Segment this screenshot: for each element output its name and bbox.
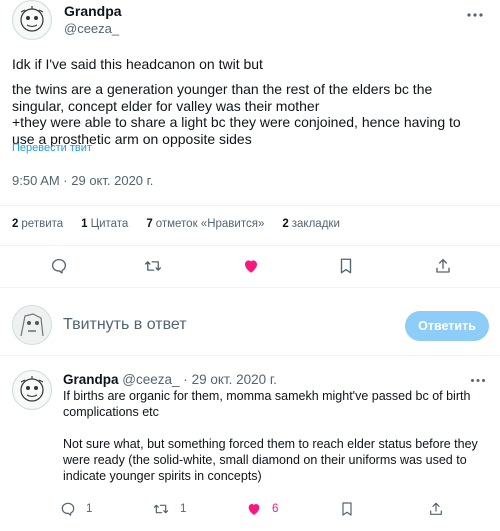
quotes-stat[interactable]: 1 Цитата <box>81 218 128 232</box>
reply-bookmark-action[interactable] <box>340 499 354 519</box>
translate-tweet-link[interactable]: Перевести твит <box>12 142 92 154</box>
reply-author-name[interactable]: Grandpa <box>63 372 119 387</box>
tweet-text-line: Idk if I've said this headcanon on twit … <box>12 56 263 72</box>
share-icon <box>430 502 442 515</box>
author-handle[interactable]: @ceeza_ <box>64 21 119 36</box>
tweet-text-line: +they were able to share a light bc they… <box>12 114 461 131</box>
reply-paragraph: If births are organic for them, momma sa… <box>63 389 471 419</box>
retweet-count: 1 <box>180 503 187 515</box>
likes-stat[interactable]: 7 отметок «Нравится» <box>146 218 264 232</box>
more-options-icon[interactable] <box>464 4 486 26</box>
reply-text: If births are organic for them, momma sa… <box>63 388 493 484</box>
reply-icon <box>61 502 75 516</box>
reply-share-action[interactable] <box>428 499 444 519</box>
divider <box>0 287 500 288</box>
bookmarks-stat[interactable]: 2 закладки <box>282 218 340 232</box>
tweet-actions <box>0 252 500 280</box>
reply-retweet-action[interactable]: 1 <box>152 499 186 519</box>
tweet-text-line: singular, concept elder for valley was t… <box>12 97 320 114</box>
divider <box>0 205 500 206</box>
avatar-sketch-icon <box>13 306 51 344</box>
reply-icon[interactable] <box>49 256 69 276</box>
author-name[interactable]: Grandpa <box>64 3 122 19</box>
avatar-doodle-icon <box>20 6 44 32</box>
tweet-timestamp[interactable]: 9:50 AM · 29 окт. 2020 г. <box>12 173 153 188</box>
reply-input[interactable]: Твитнуть в ответ <box>63 316 187 334</box>
reply-date[interactable]: 29 окт. 2020 г. <box>192 372 277 387</box>
user-avatar[interactable] <box>12 305 52 345</box>
like-count: 6 <box>272 503 279 515</box>
author-avatar[interactable] <box>12 0 52 40</box>
separator: · <box>183 372 188 387</box>
tweet-text-line: the twins are a generation younger than … <box>12 80 433 97</box>
bookmark-icon[interactable] <box>336 256 356 276</box>
divider <box>0 355 500 356</box>
reply-actions: 1 1 6 <box>60 499 490 519</box>
more-options-icon[interactable] <box>468 372 488 388</box>
share-icon[interactable] <box>433 256 453 276</box>
reply-author-handle[interactable]: @ceeza_ <box>122 372 179 387</box>
reply-like-action[interactable]: 6 <box>246 499 278 519</box>
reply-header: Grandpa @ceeza_ · 29 окт. 2020 г. <box>63 372 277 387</box>
like-icon[interactable] <box>241 256 261 276</box>
reply-author-avatar[interactable] <box>12 370 52 410</box>
reply-button[interactable]: Ответить <box>405 311 489 341</box>
tweet-header: Grandpa @ceeza_ <box>12 0 488 44</box>
retweets-stat[interactable]: 2 ретвита <box>12 218 63 232</box>
reply-reply-action[interactable]: 1 <box>60 499 92 519</box>
reply-paragraph: Not sure what, but something forced them… <box>63 437 478 483</box>
tweet-text: Idk if I've said this headcanon on twit … <box>12 56 490 148</box>
bookmark-icon <box>342 502 352 516</box>
reply-count: 1 <box>86 503 93 515</box>
avatar-doodle-icon <box>20 376 44 402</box>
retweet-icon <box>153 504 169 514</box>
retweet-icon[interactable] <box>143 256 163 276</box>
tweet-stats: 2 ретвита 1 Цитата 7 отметок «Нравится» 2 за… <box>12 218 340 232</box>
like-icon <box>248 504 260 515</box>
divider <box>0 245 500 246</box>
